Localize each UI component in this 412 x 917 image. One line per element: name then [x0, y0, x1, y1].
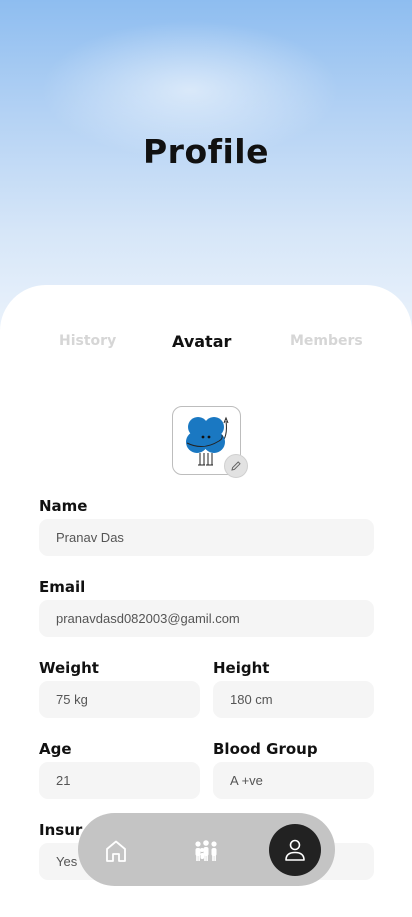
- nav-home-button[interactable]: [96, 831, 136, 871]
- height-field[interactable]: 180 cm: [213, 681, 374, 718]
- blood-group-label: Blood Group: [213, 740, 318, 758]
- home-icon: [106, 840, 126, 862]
- nav-profile-button[interactable]: [269, 824, 321, 876]
- insurance-label: Insur: [39, 821, 83, 839]
- nav-family-button[interactable]: [185, 831, 227, 871]
- tab-avatar[interactable]: Avatar: [172, 332, 231, 351]
- tab-history[interactable]: History: [59, 333, 116, 349]
- blood-group-field[interactable]: A +ve: [213, 762, 374, 799]
- name-field[interactable]: Pranav Das: [39, 519, 374, 556]
- family-icon: [195, 840, 217, 861]
- email-label: Email: [39, 578, 86, 596]
- name-label: Name: [39, 497, 88, 515]
- edit-avatar-button[interactable]: [224, 454, 248, 478]
- age-field[interactable]: 21: [39, 762, 200, 799]
- tab-members[interactable]: Members: [290, 333, 363, 349]
- page-title: Profile: [143, 132, 269, 171]
- weight-label: Weight: [39, 659, 99, 677]
- weight-field[interactable]: 75 kg: [39, 681, 200, 718]
- pencil-icon: [231, 461, 241, 471]
- email-field[interactable]: pranavdasd082003@gamil.com: [39, 600, 374, 637]
- height-label: Height: [213, 659, 270, 677]
- age-label: Age: [39, 740, 72, 758]
- tab-bar: History Avatar Members: [0, 332, 412, 355]
- user-icon: [285, 839, 305, 861]
